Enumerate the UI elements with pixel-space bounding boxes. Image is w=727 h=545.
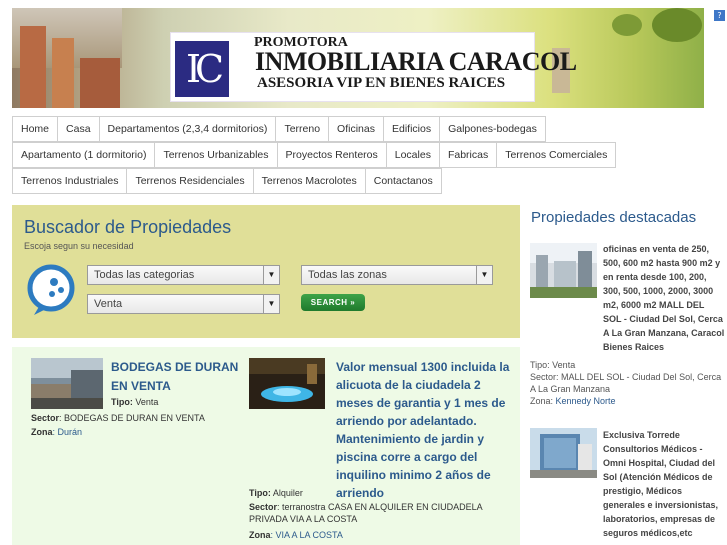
chevron-down-icon: ▼ [263, 266, 279, 284]
logo-line-2: INMOBILIARIA CARACOL [255, 47, 577, 76]
listing-meta: Sector: BODEGAS DE DURAN EN VENTA [31, 412, 261, 424]
listing-meta: Zona: Durán [31, 426, 261, 438]
featured-item-title[interactable]: Exclusiva Torrede Consultorios Médicos -… [603, 428, 725, 540]
nav-item-oficinas[interactable]: Oficinas [328, 116, 383, 142]
search-subtitle: Escoja segun su necesidad [24, 241, 134, 251]
featured-item-zone: Zona: Kennedy Norte [530, 395, 726, 407]
chevron-down-icon: ▼ [476, 266, 492, 284]
nav-row: Home Casa Departamentos (2,3,4 dormitorios… [12, 116, 704, 142]
header-photo-tree [612, 14, 642, 36]
listing-title[interactable]: BODEGAS DE DURAN EN VENTA [111, 358, 251, 396]
listing-sector: : BODEGAS DE DURAN EN VENTA [59, 413, 205, 423]
header-photo-tree [652, 8, 702, 42]
featured-zone-label: Zona: [530, 396, 556, 406]
nav-item-home[interactable]: Home [12, 116, 58, 142]
search-title: Buscador de Propiedades [24, 217, 232, 237]
featured-thumbnail[interactable] [530, 243, 597, 298]
listing-zone-label: Zona [31, 427, 53, 437]
listing-sector: : terranostra CASA EN ALQUILER EN CIUDAD… [249, 502, 483, 524]
listing-thumbnail[interactable] [31, 358, 103, 409]
listing-thumbnail[interactable] [249, 358, 325, 409]
listing-meta: Tipo: Alquiler [249, 487, 514, 499]
nav-item-fabricas[interactable]: Fabricas [438, 142, 497, 168]
header-photo-building [80, 58, 120, 108]
listings: BODEGAS DE DURAN EN VENTA Tipo: Venta Se… [12, 347, 520, 545]
featured-title: Propiedades destacadas [531, 209, 697, 226]
listing-title[interactable]: Valor mensual 1300 incluida la alicuota … [336, 358, 512, 502]
nav-row: Terrenos Industriales Terrenos Residencia… [12, 168, 704, 194]
listing-sector-label: Sector [249, 502, 278, 512]
nav-item-galpones-bodegas[interactable]: Galpones-bodegas [439, 116, 546, 142]
nav-item-apartamento-1-dormitorio[interactable]: Apartamento (1 dormitorio) [12, 142, 155, 168]
header-photo-building [52, 38, 74, 108]
nav-row: Apartamento (1 dormitorio) Terrenos Urban… [12, 142, 704, 168]
featured-thumbnail[interactable] [530, 428, 597, 478]
property-search: Buscador de Propiedades Escoja segun su … [12, 205, 520, 338]
nav-item-contactanos[interactable]: Contactanos [364, 168, 442, 194]
listing-sector-label: Sector [31, 413, 60, 423]
listing-meta: Sector: terranostra CASA EN ALQUILER EN … [249, 501, 514, 525]
category-select-value: Todas las categorias [94, 269, 195, 281]
nav-item-terrenos-residenciales[interactable]: Terrenos Residenciales [126, 168, 253, 194]
search-button[interactable]: SEARCH » [301, 294, 365, 311]
nav-item-edificios[interactable]: Edificios [382, 116, 440, 142]
header-photo-building [20, 26, 46, 108]
nav-item-terreno[interactable]: Terreno [275, 116, 329, 142]
logo-mark: IC [175, 41, 229, 97]
listing-meta: Tipo: Venta [111, 396, 251, 408]
nav-item-terrenos-industriales[interactable]: Terrenos Industriales [12, 168, 127, 194]
help-icon[interactable]: ? [714, 10, 725, 21]
header-banner: IC PROMOTORA INMOBILIARIA CARACOL ASESOR… [12, 8, 704, 108]
zone-select[interactable]: Todas las zonas ▼ [301, 265, 493, 285]
listing-type-label: Tipo: [111, 397, 133, 407]
nav-item-terrenos-urbanizables[interactable]: Terrenos Urbanizables [154, 142, 277, 168]
nav-item-terrenos-comerciales[interactable]: Terrenos Comerciales [496, 142, 617, 168]
featured-zone-link[interactable]: Kennedy Norte [556, 396, 616, 406]
featured-properties: Propiedades destacadas oficinas en venta… [527, 205, 727, 545]
featured-item-title[interactable]: oficinas en venta de 250, 500, 600 m2 ha… [603, 242, 725, 354]
listing-zone[interactable]: : Durán [53, 427, 83, 437]
search-bubble-icon [27, 264, 75, 315]
site-logo[interactable]: IC PROMOTORA INMOBILIARIA CARACOL ASESOR… [170, 32, 577, 102]
nav-item-terrenos-macrolotes[interactable]: Terrenos Macrolotes [252, 168, 365, 194]
nav-item-departamentos-2-3-4-dormitorios[interactable]: Departamentos (2,3,4 dormitorios) [98, 116, 276, 142]
listing-zone[interactable]: : VIA A LA COSTA [271, 530, 343, 540]
nav-item-proyectos-renteros[interactable]: Proyectos Renteros [276, 142, 386, 168]
featured-item-sector: Sector: MALL DEL SOL - Ciudad Del Sol, C… [530, 372, 722, 394]
chevron-down-icon: ▼ [263, 295, 279, 313]
category-select[interactable]: Todas las categorias ▼ [87, 265, 280, 285]
listing-meta: Zona: VIA A LA COSTA [249, 529, 514, 541]
operation-select-value: Venta [94, 298, 123, 310]
listing-type: Alquiler [272, 488, 303, 498]
logo-line-3: ASESORIA VIP EN BIENES RAICES [257, 75, 506, 91]
operation-select[interactable]: Venta ▼ [87, 294, 280, 314]
nav-item-locales[interactable]: Locales [385, 142, 439, 168]
listing-zone-label: Zona [249, 530, 271, 540]
listing-type: Venta [135, 397, 159, 407]
featured-item-type: Tipo: Venta [530, 360, 576, 370]
page: IC PROMOTORA INMOBILIARIA CARACOL ASESOR… [0, 0, 727, 545]
nav-item-casa[interactable]: Casa [57, 116, 99, 142]
main-nav: Home Casa Departamentos (2,3,4 dormitorios… [12, 116, 704, 194]
listing-type-label: Tipo: [249, 488, 271, 498]
zone-select-value: Todas las zonas [308, 269, 387, 281]
